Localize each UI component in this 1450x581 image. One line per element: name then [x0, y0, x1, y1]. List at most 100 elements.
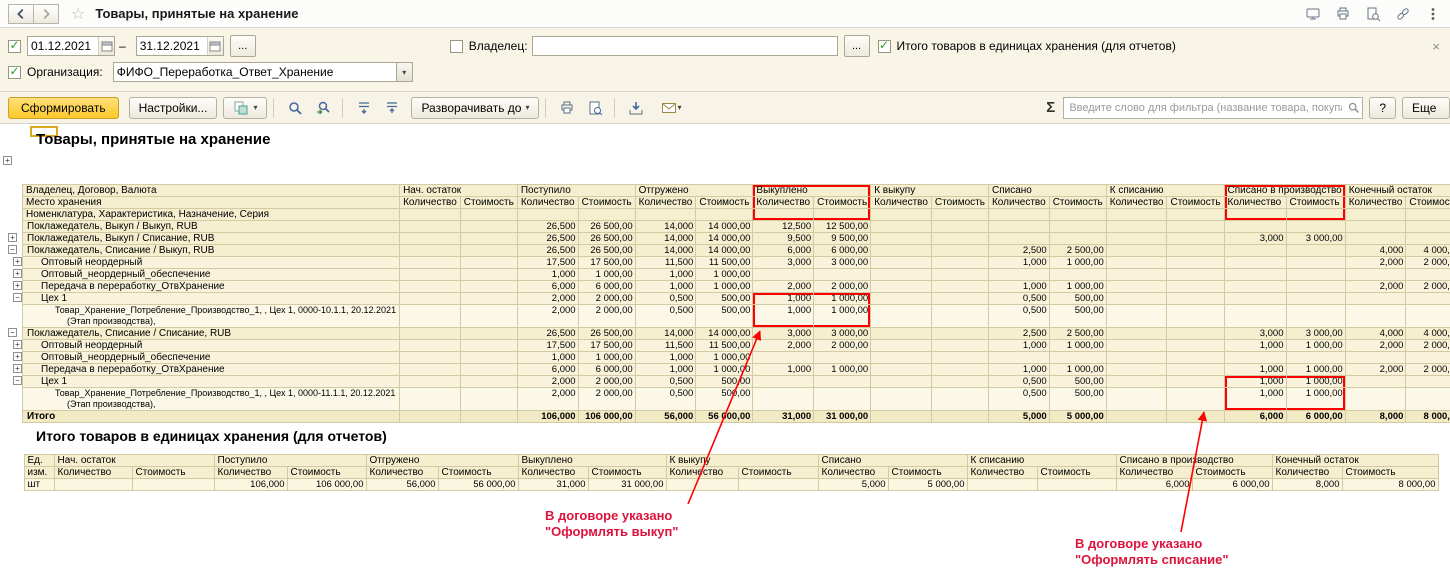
expand-toggle[interactable]: +	[13, 269, 22, 278]
row-label[interactable]: Товар_Хранение_Потребление_Производство_…	[23, 388, 400, 411]
value-cell[interactable]: 14 000,00	[696, 328, 753, 340]
value-cell[interactable]: 2,000	[753, 340, 814, 352]
value-cell[interactable]	[871, 245, 932, 257]
value-cell[interactable]: 3,000	[1224, 233, 1286, 245]
value-cell[interactable]	[460, 305, 517, 328]
value-cell[interactable]	[1049, 221, 1106, 233]
value-cell[interactable]	[400, 281, 461, 293]
value-cell[interactable]: 5 000,00	[1049, 411, 1106, 423]
value-cell[interactable]	[1345, 305, 1406, 328]
expand-toggle[interactable]: −	[13, 376, 22, 385]
unit-label[interactable]: шт	[24, 479, 54, 491]
value-cell[interactable]: 17,500	[517, 340, 578, 352]
value-cell[interactable]: 11,500	[635, 257, 696, 269]
value-cell[interactable]: 0,500	[988, 293, 1049, 305]
value-cell[interactable]: 1 000,00	[1049, 364, 1106, 376]
value-cell[interactable]: 1 000,00	[814, 293, 871, 305]
value-cell[interactable]	[1406, 221, 1450, 233]
value-cell[interactable]	[1106, 245, 1167, 257]
value-cell[interactable]	[1167, 233, 1224, 245]
value-cell[interactable]: 31,000	[518, 479, 588, 491]
value-cell[interactable]	[460, 340, 517, 352]
value-cell[interactable]	[460, 281, 517, 293]
row-label[interactable]: Оптовый неордерный	[23, 340, 400, 352]
value-cell[interactable]: 1 000,00	[578, 352, 635, 364]
value-cell[interactable]: 2 000,00	[814, 281, 871, 293]
value-cell[interactable]	[1224, 257, 1286, 269]
value-cell[interactable]	[1286, 245, 1345, 257]
value-cell[interactable]: 26,500	[517, 233, 578, 245]
value-cell[interactable]: 17 500,00	[578, 257, 635, 269]
value-cell[interactable]	[460, 328, 517, 340]
value-cell[interactable]	[460, 352, 517, 364]
value-cell[interactable]	[460, 376, 517, 388]
value-cell[interactable]: 1,000	[635, 352, 696, 364]
value-cell[interactable]	[400, 328, 461, 340]
value-cell[interactable]: 3 000,00	[1286, 233, 1345, 245]
print-preview-button[interactable]	[582, 97, 608, 119]
save-button[interactable]	[623, 97, 649, 119]
value-cell[interactable]: 0,500	[635, 305, 696, 328]
value-cell[interactable]: 1 000,00	[696, 352, 753, 364]
close-icon[interactable]: ×	[1432, 39, 1440, 54]
value-cell[interactable]: 106,000	[214, 479, 287, 491]
value-cell[interactable]	[1345, 233, 1406, 245]
value-cell[interactable]	[1286, 352, 1345, 364]
date-from-field[interactable]: 01.12.2021	[27, 36, 115, 56]
value-cell[interactable]: 106 000,00	[578, 411, 635, 423]
value-cell[interactable]: 2,000	[1345, 340, 1406, 352]
value-cell[interactable]	[1345, 293, 1406, 305]
value-cell[interactable]: 26 500,00	[578, 233, 635, 245]
value-cell[interactable]	[1286, 293, 1345, 305]
value-cell[interactable]	[1286, 305, 1345, 328]
value-cell[interactable]: 0,500	[635, 388, 696, 411]
value-cell[interactable]	[1049, 352, 1106, 364]
value-cell[interactable]	[1286, 221, 1345, 233]
value-cell[interactable]: 14 000,00	[696, 245, 753, 257]
value-cell[interactable]	[400, 376, 461, 388]
value-cell[interactable]: 12,500	[753, 221, 814, 233]
value-cell[interactable]: 56 000,00	[438, 479, 518, 491]
value-cell[interactable]: 2,500	[988, 245, 1049, 257]
value-cell[interactable]	[1224, 305, 1286, 328]
settings-button[interactable]: Настройки...	[129, 97, 218, 119]
value-cell[interactable]	[988, 233, 1049, 245]
value-cell[interactable]: 0,500	[988, 376, 1049, 388]
value-cell[interactable]	[54, 479, 132, 491]
value-cell[interactable]	[871, 352, 932, 364]
value-cell[interactable]: 9,500	[753, 233, 814, 245]
value-cell[interactable]: 1,000	[635, 269, 696, 281]
value-cell[interactable]	[400, 340, 461, 352]
value-cell[interactable]	[1406, 305, 1450, 328]
value-cell[interactable]: 0,500	[635, 376, 696, 388]
value-cell[interactable]: 14,000	[635, 221, 696, 233]
value-cell[interactable]: 2 000,00	[814, 340, 871, 352]
value-cell[interactable]	[1224, 269, 1286, 281]
expand-toggle[interactable]: +	[13, 352, 22, 361]
value-cell[interactable]	[931, 388, 988, 411]
value-cell[interactable]	[460, 233, 517, 245]
value-cell[interactable]	[1345, 221, 1406, 233]
value-cell[interactable]: 5 000,00	[888, 479, 967, 491]
value-cell[interactable]: 2 000,00	[1406, 257, 1450, 269]
value-cell[interactable]: 6,000	[517, 364, 578, 376]
value-cell[interactable]	[1167, 388, 1224, 411]
value-cell[interactable]: 1,000	[988, 257, 1049, 269]
value-cell[interactable]: 11,500	[635, 340, 696, 352]
expand-toggle[interactable]: +	[13, 364, 22, 373]
value-cell[interactable]: 1,000	[753, 293, 814, 305]
value-cell[interactable]: 1,000	[753, 305, 814, 328]
organization-checkbox[interactable]: ✓	[8, 66, 21, 79]
value-cell[interactable]	[400, 257, 461, 269]
value-cell[interactable]: 1 000,00	[814, 364, 871, 376]
value-cell[interactable]	[460, 411, 517, 423]
value-cell[interactable]: 1 000,00	[1286, 340, 1345, 352]
value-cell[interactable]	[1167, 293, 1224, 305]
value-cell[interactable]: 500,00	[1049, 293, 1106, 305]
value-cell[interactable]: 1 000,00	[814, 305, 871, 328]
value-cell[interactable]	[871, 388, 932, 411]
value-cell[interactable]: 14,000	[635, 233, 696, 245]
value-cell[interactable]	[1167, 340, 1224, 352]
value-cell[interactable]: 2 500,00	[1049, 245, 1106, 257]
value-cell[interactable]	[460, 364, 517, 376]
